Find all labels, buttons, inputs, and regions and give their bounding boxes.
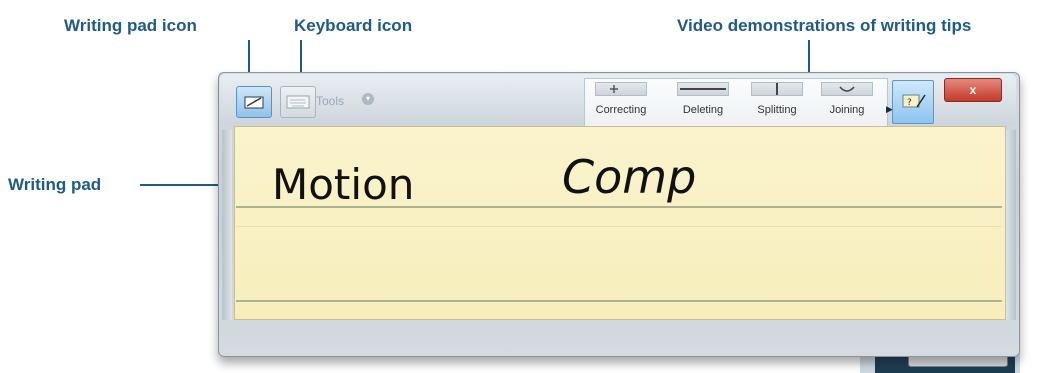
join-icon: [839, 86, 855, 92]
demo-label: Deleting: [682, 104, 724, 116]
video-demos-callout: Video demonstrations of writing tips: [677, 16, 972, 35]
close-button[interactable]: x: [944, 78, 1002, 102]
strike-icon: [680, 88, 726, 90]
demo-label: Splitting: [757, 104, 797, 116]
plus-icon: [610, 85, 618, 93]
video-demos-leader: [808, 40, 810, 76]
deleting-thumbnail: [677, 82, 729, 96]
keyboard-icon-callout: Keyboard icon: [294, 16, 413, 35]
splitting-thumbnail: [751, 82, 803, 96]
demo-label: Correcting: [595, 104, 647, 116]
svg-text:?: ?: [907, 98, 912, 108]
tools-menu[interactable]: Tools: [316, 94, 344, 108]
writing-baseline-2: [236, 300, 1002, 302]
help-icon: ?: [902, 94, 926, 108]
writing-pad-callout: Writing pad: [8, 175, 102, 194]
handwritten-word: Comp: [562, 150, 697, 204]
help-button[interactable]: ?: [892, 80, 934, 124]
demo-label: Joining: [829, 104, 865, 116]
panel-right-edge: [1006, 130, 1016, 320]
split-icon: [776, 83, 778, 95]
joining-thumbnail: [821, 82, 873, 96]
line-divider: [236, 226, 1002, 227]
demo-correcting[interactable]: Correcting: [586, 82, 656, 116]
writing-pad-button[interactable]: [236, 86, 272, 118]
keyboard-icon: [286, 95, 310, 109]
demo-joining[interactable]: Joining: [812, 82, 882, 116]
keyboard-button[interactable]: [280, 86, 316, 118]
panel-left-edge: [222, 130, 232, 320]
correcting-thumbnail: [595, 82, 647, 96]
chevron-down-icon[interactable]: ▾: [362, 93, 374, 105]
demo-splitting[interactable]: Splitting: [742, 82, 812, 116]
demo-deleting[interactable]: Deleting: [668, 82, 738, 116]
writing-pad-icon: [244, 96, 264, 109]
handwritten-word: Motion: [272, 160, 415, 209]
writing-pad-icon-callout: Writing pad icon: [64, 16, 197, 35]
